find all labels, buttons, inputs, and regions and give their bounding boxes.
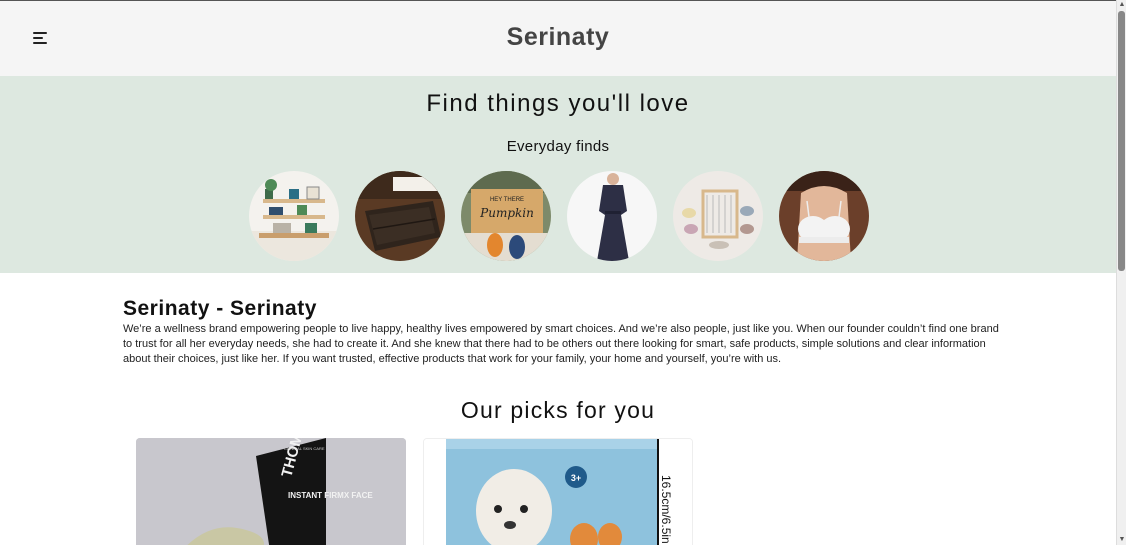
site-header: Serinaty xyxy=(0,1,1116,76)
category-circle-shelf[interactable] xyxy=(249,171,339,261)
category-circle-loom[interactable] xyxy=(673,171,763,261)
hero-section: Find things you'll love Everyday finds H… xyxy=(0,76,1116,273)
category-circles: HEY THERE Pumpkin xyxy=(249,171,869,263)
tube-tag-text: CLINICAL SKIN CARE xyxy=(284,446,325,451)
svg-text:HEY THERE: HEY THERE xyxy=(490,197,524,203)
tube-product-text: INSTANT FIRMX FACE xyxy=(288,491,373,500)
scroll-up-arrow-icon[interactable]: ▲ xyxy=(1118,1,1126,9)
size-text: 16.5cm/6.5in xyxy=(659,475,673,544)
product-card-plush-puppy[interactable]: 3+ 16.5cm/6.5in xyxy=(423,438,693,545)
hero-subtitle: Everyday finds xyxy=(506,138,610,155)
category-circle-dress[interactable] xyxy=(567,171,657,261)
about-title: Serinaty - Serinaty xyxy=(123,297,317,320)
category-circle-wallet[interactable] xyxy=(355,171,445,261)
vertical-scrollbar[interactable]: ▲ ▼ xyxy=(1116,0,1126,545)
product-card-eye-firming-cream[interactable]: THOMAS ROTH INSTANT FIRMX FACE CLINICAL … xyxy=(136,438,406,545)
about-text: We’re a wellness brand empowering people… xyxy=(123,323,999,365)
age-badge-text: 3+ xyxy=(571,473,581,483)
category-circle-doormat[interactable]: HEY THERE Pumpkin xyxy=(461,171,551,261)
svg-text:Pumpkin: Pumpkin xyxy=(479,206,534,220)
hero-title: Find things you'll love xyxy=(426,90,690,117)
picks-title: Our picks for you xyxy=(460,397,656,423)
page-viewport: Serinaty Find things you'll love Everyda… xyxy=(0,0,1116,545)
scrollbar-thumb[interactable] xyxy=(1118,11,1125,271)
product-image-firming-tube: THOMAS ROTH INSTANT FIRMX FACE CLINICAL … xyxy=(136,438,406,545)
product-image-puppy-box: 3+ 16.5cm/6.5in xyxy=(424,439,692,545)
category-circle-lingerie[interactable] xyxy=(779,171,869,261)
brand-logo[interactable]: Serinaty xyxy=(0,23,1116,52)
scroll-down-arrow-icon[interactable]: ▼ xyxy=(1118,536,1126,544)
